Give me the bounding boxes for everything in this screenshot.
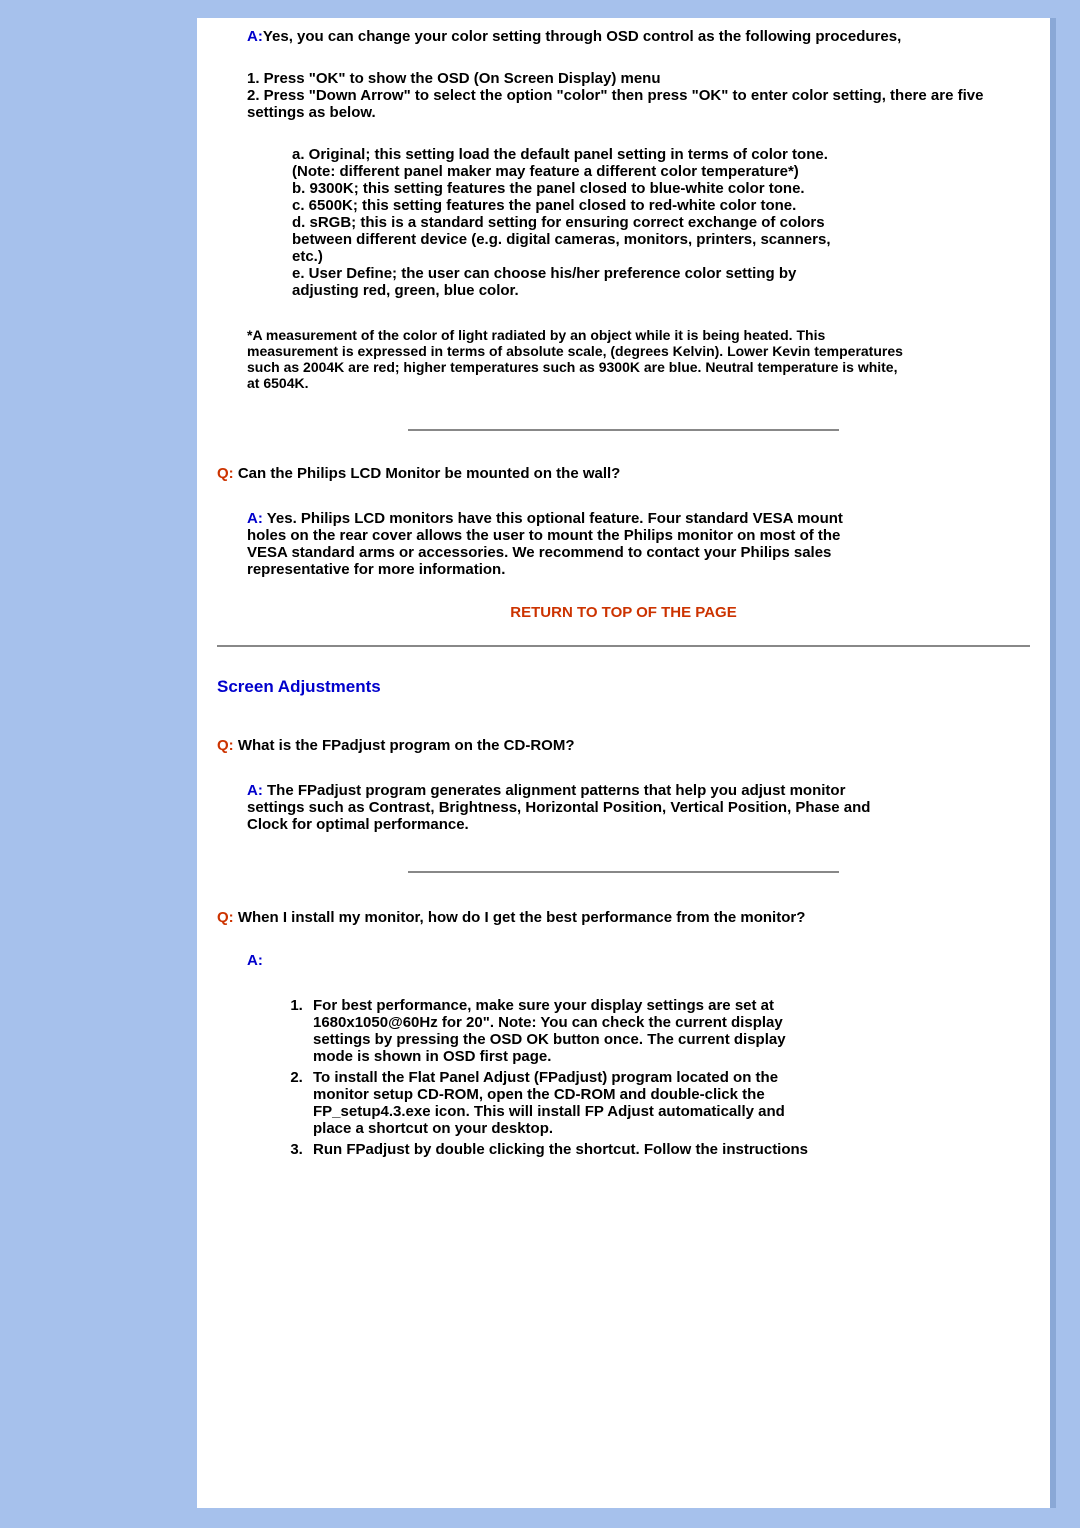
faq-question-best-performance: Q: When I install my monitor, how do I g… bbox=[217, 909, 1030, 926]
divider bbox=[408, 429, 839, 431]
content-sheet: A:Yes, you can change your color setting… bbox=[197, 18, 1056, 1508]
question-label: Q: bbox=[217, 909, 234, 926]
step-display-settings: For best performance, make sure your dis… bbox=[307, 997, 827, 1065]
option-d-srgb: d. sRGB; this is a standard setting for … bbox=[292, 214, 847, 265]
option-e-user-define: e. User Define; the user can choose his/… bbox=[292, 265, 847, 299]
color-temperature-footnote: *A measurement of the color of light rad… bbox=[247, 327, 907, 391]
question-label: Q: bbox=[217, 465, 234, 482]
option-c-6500k: c. 6500K; this setting features the pane… bbox=[292, 197, 847, 214]
answer-intro-text: Yes, you can change your color setting t… bbox=[263, 28, 901, 45]
question-text: Can the Philips LCD Monitor be mounted o… bbox=[234, 465, 621, 482]
question-label: Q: bbox=[217, 737, 234, 754]
question-text: When I install my monitor, how do I get … bbox=[234, 909, 806, 926]
divider bbox=[408, 871, 839, 873]
faq-question-wall-mount: Q: Can the Philips LCD Monitor be mounte… bbox=[217, 465, 1030, 482]
answer-label-standalone: A: bbox=[247, 952, 1030, 969]
answer-label: A: bbox=[247, 28, 263, 45]
option-a-original: a. Original; this setting load the defau… bbox=[292, 146, 847, 180]
answer-label: A: bbox=[247, 510, 263, 527]
answer-text: Yes. Philips LCD monitors have this opti… bbox=[247, 510, 843, 578]
color-options-list: a. Original; this setting load the defau… bbox=[292, 146, 847, 299]
step-2: 2. Press "Down Arrow" to select the opti… bbox=[247, 87, 1030, 121]
osd-steps: 1. Press "OK" to show the OSD (On Screen… bbox=[247, 70, 1030, 121]
section-divider bbox=[217, 645, 1030, 647]
option-b-9300k: b. 9300K; this setting features the pane… bbox=[292, 180, 847, 197]
faq-answer-fpadjust: A: The FPadjust program generates alignm… bbox=[247, 782, 877, 833]
answer-label: A: bbox=[247, 782, 263, 799]
best-performance-steps: For best performance, make sure your dis… bbox=[287, 997, 827, 1158]
step-1: 1. Press "OK" to show the OSD (On Screen… bbox=[247, 70, 1030, 87]
return-to-top-link[interactable]: RETURN TO TOP OF THE PAGE bbox=[217, 604, 1030, 621]
answer-text: The FPadjust program generates alignment… bbox=[247, 782, 870, 833]
faq-question-fpadjust: Q: What is the FPadjust program on the C… bbox=[217, 737, 1030, 754]
step-run-fpadjust: Run FPadjust by double clicking the shor… bbox=[307, 1141, 827, 1158]
step-install-fpadjust: To install the Flat Panel Adjust (FPadju… bbox=[307, 1069, 827, 1137]
faq-answer-color-settings: A:Yes, you can change your color setting… bbox=[247, 28, 1030, 391]
page-background: A:Yes, you can change your color setting… bbox=[0, 0, 1080, 1528]
faq-answer-wall-mount: A: Yes. Philips LCD monitors have this o… bbox=[247, 510, 877, 578]
question-text: What is the FPadjust program on the CD-R… bbox=[234, 737, 575, 754]
section-title-screen-adjustments: Screen Adjustments bbox=[217, 677, 1030, 697]
